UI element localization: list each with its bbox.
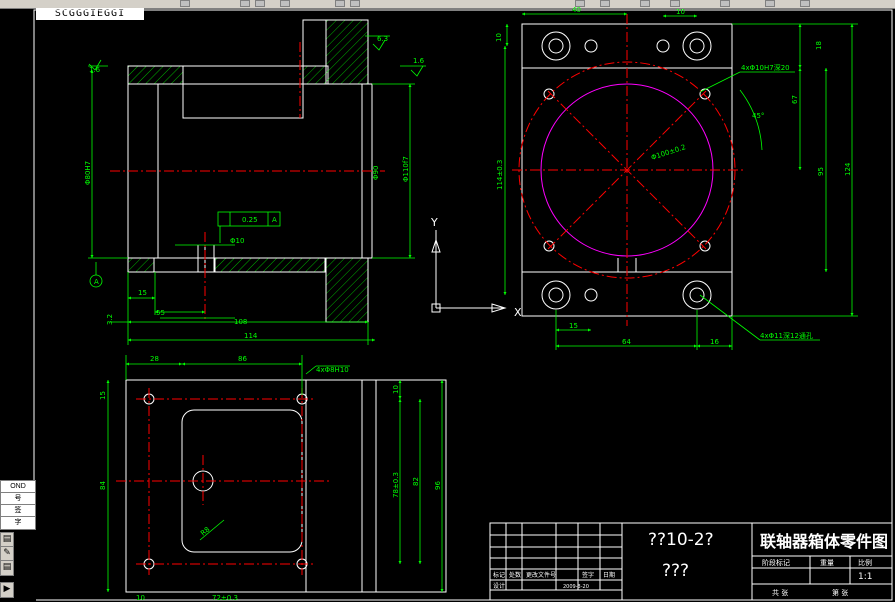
drawing-code: ??10-2? bbox=[648, 530, 714, 550]
dim-86: 86 bbox=[238, 355, 247, 363]
dim-78: 78±0.3 bbox=[392, 472, 400, 498]
dim-82: 82 bbox=[412, 477, 420, 486]
label-design: 设计 bbox=[493, 582, 505, 590]
dim-15: 15 bbox=[138, 289, 147, 297]
label-mark: 标记 bbox=[493, 571, 505, 579]
part-name: 联轴器箱体零件图 bbox=[760, 532, 888, 551]
left-side-panel: OND 号 签 字 ▤ ✎ ▤ ▶ bbox=[0, 480, 36, 602]
drawing-canvas[interactable]: 1.6 6.3 1.6 Φ80H7 Φ90 Φ110f7 0.25 A A 15… bbox=[0, 0, 895, 602]
dim-108: 108 bbox=[234, 318, 247, 326]
centerline bbox=[116, 388, 330, 575]
label-date: 日期 bbox=[603, 571, 615, 579]
roughness-label: 1.6 bbox=[89, 66, 101, 74]
dim-10: 10 bbox=[676, 8, 685, 16]
dim-96: 96 bbox=[434, 481, 442, 490]
datum-ref: A bbox=[272, 216, 277, 224]
dim-15: 15 bbox=[99, 391, 107, 400]
bolt-callout: 4xΦ11深12通孔 bbox=[760, 331, 813, 340]
sheet-frame bbox=[33, 9, 893, 601]
dim-114: 114 bbox=[244, 332, 258, 340]
dim-84: 84 bbox=[99, 481, 107, 490]
roughness-label: 6.3 bbox=[377, 35, 388, 43]
play-icon[interactable]: ▶ bbox=[0, 582, 14, 598]
date-value: 2009-3-20 bbox=[563, 584, 589, 590]
label-stage: 阶段标记 bbox=[762, 558, 790, 567]
tool-button-icon[interactable]: ▤ bbox=[0, 560, 14, 576]
radius-label: R8 bbox=[199, 525, 211, 537]
hatch-region bbox=[127, 257, 155, 273]
hatch-region bbox=[214, 257, 326, 273]
dim-124: 124 bbox=[844, 162, 852, 176]
title-block-texts: ??10-2? ??? 联轴器箱体零件图 1:1 阶段标记 重量 比例 共 张 … bbox=[493, 530, 888, 597]
dim-10b: 10 bbox=[495, 33, 503, 42]
dim-95: 95 bbox=[817, 167, 825, 176]
label-file: 更改文件号 bbox=[526, 571, 556, 579]
svg-text:X: X bbox=[514, 306, 522, 319]
label-count: 处数 bbox=[509, 571, 521, 579]
hatch-region bbox=[325, 19, 369, 85]
dim-64: 64 bbox=[622, 338, 631, 346]
dim-15: 15 bbox=[569, 322, 578, 330]
label-ratio: 比例 bbox=[858, 558, 872, 567]
label-total: 共 张 bbox=[772, 588, 788, 597]
hole-callout: 4xΦ8H10 bbox=[316, 366, 349, 374]
dim-40: 40 bbox=[572, 6, 581, 14]
dimension-texts: 28 86 4xΦ8H10 15 10 84 78±0.3 82 96 R8 1… bbox=[99, 355, 442, 602]
ucs-labels: Y X bbox=[430, 216, 522, 319]
dim-10b: 10 bbox=[136, 594, 145, 602]
drawing-subtitle: ??? bbox=[662, 561, 689, 581]
dimension-lines bbox=[503, 12, 858, 350]
label-sheet: 第 张 bbox=[832, 588, 848, 597]
datum-label: A bbox=[94, 278, 99, 286]
dim-67: 67 bbox=[791, 95, 799, 104]
angle-label: 45° bbox=[752, 112, 764, 120]
dim-72: 72±0.3 bbox=[212, 594, 238, 602]
flatness-value: 0.25 bbox=[242, 216, 258, 224]
svg-text:Y: Y bbox=[430, 216, 438, 229]
dim-dia-right2: Φ110f7 bbox=[402, 156, 410, 182]
dim-dia-right: Φ90 bbox=[372, 166, 380, 180]
dim-dia-left: Φ80H7 bbox=[84, 161, 92, 185]
dim-height: 114±0.3 bbox=[496, 160, 504, 190]
dim-55: 55 bbox=[156, 309, 165, 317]
dim-16: 16 bbox=[710, 338, 719, 346]
centerline bbox=[512, 14, 745, 326]
hatch-region bbox=[127, 65, 184, 85]
scale-value: 1:1 bbox=[858, 572, 872, 582]
dim-3-2: 3.2 bbox=[106, 314, 114, 325]
label-sign: 签字 bbox=[582, 571, 594, 579]
dim-28: 28 bbox=[150, 355, 159, 363]
dim-10: 10 bbox=[392, 385, 400, 394]
label-weight: 重量 bbox=[820, 559, 834, 567]
roughness-label: 1.6 bbox=[413, 57, 425, 65]
hatch-region bbox=[302, 65, 329, 85]
dim-pcd: Φ100±0.2 bbox=[650, 143, 687, 162]
ucs-icon bbox=[431, 230, 507, 313]
panel-cell: 字 bbox=[0, 516, 36, 530]
dim-phi10: Φ10 bbox=[230, 237, 244, 245]
dim-18: 18 bbox=[815, 41, 823, 50]
hatch-region bbox=[325, 257, 369, 323]
hole-callout: 4xΦ10H7深20 bbox=[741, 63, 790, 72]
